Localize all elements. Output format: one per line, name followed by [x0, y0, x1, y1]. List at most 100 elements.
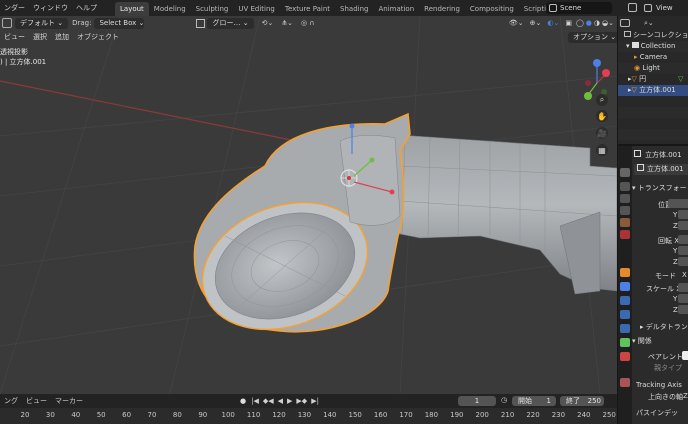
- shading-solid-icon[interactable]: ●: [586, 19, 592, 27]
- tool-tab-icon[interactable]: [620, 168, 630, 177]
- end-frame-field[interactable]: 終了 250: [560, 396, 604, 406]
- snap-icon[interactable]: ⋔⌄: [281, 19, 293, 27]
- timeline-tick-label: 240: [577, 411, 591, 419]
- orientation-dropdown[interactable]: デフォルト ⌄: [15, 17, 69, 29]
- location-x-field[interactable]: [668, 199, 688, 208]
- overlay-toggle-icon[interactable]: ◐⌄: [547, 19, 559, 27]
- scene-selector[interactable]: Scene: [546, 2, 612, 14]
- world-tab-icon[interactable]: [620, 230, 630, 239]
- rotation-y-field[interactable]: [678, 246, 688, 255]
- menu-render[interactable]: ンダー: [0, 0, 29, 16]
- scene-tab-icon[interactable]: [620, 218, 630, 227]
- outliner-item-light[interactable]: ◉ Light: [618, 63, 688, 74]
- modifier-tab-icon[interactable]: [620, 282, 630, 291]
- particles-tab-icon[interactable]: [620, 296, 630, 305]
- drag-dropdown[interactable]: Select Box ⌄: [94, 17, 145, 29]
- start-frame-field[interactable]: 開始 1: [512, 396, 556, 406]
- perspective-grid-icon[interactable]: ▦: [596, 144, 608, 156]
- tab-sculpting[interactable]: Sculpting: [191, 2, 234, 16]
- scale-x-field[interactable]: [678, 283, 688, 292]
- timeline-ruler[interactable]: 20 30 40 50 60 70 80 90 100 110 120 130 140 150 160 170…: [0, 408, 617, 424]
- play-icon[interactable]: ▶: [287, 397, 292, 405]
- shading-wireframe-icon[interactable]: ◯: [576, 19, 584, 27]
- proportional-edit-icon[interactable]: ◎ ∩: [301, 19, 314, 27]
- physics-tab-icon[interactable]: [620, 310, 630, 319]
- current-frame-field[interactable]: 1: [458, 396, 496, 406]
- up-axis-value[interactable]: Z: [683, 392, 688, 400]
- tab-animation[interactable]: Animation: [373, 2, 419, 16]
- tab-layout[interactable]: Layout: [115, 1, 149, 16]
- timeline-tick-label: 70: [147, 411, 157, 419]
- gizmo-toggle-icon[interactable]: ⊕⌄: [530, 19, 542, 27]
- material-tab-icon[interactable]: [620, 352, 630, 361]
- rotation-z-field[interactable]: [678, 257, 688, 266]
- transform-header[interactable]: ▾ トランスフォー: [632, 183, 688, 193]
- editor-type-icon[interactable]: [620, 19, 630, 27]
- data-tab-icon[interactable]: [620, 338, 630, 347]
- menu-window[interactable]: ウィンドウ: [29, 0, 72, 16]
- tab-rendering[interactable]: Rendering: [419, 2, 465, 16]
- xray-toggle-icon[interactable]: ▣: [565, 19, 572, 27]
- location-y-field[interactable]: [678, 210, 688, 219]
- scale-z-field[interactable]: [678, 305, 688, 314]
- pan-hand-icon[interactable]: ✋: [596, 110, 608, 122]
- relations-header[interactable]: ▾ 関係: [632, 336, 688, 346]
- object-name-text: 立方体.001: [645, 151, 682, 159]
- rotation-x-field[interactable]: [678, 235, 688, 244]
- tab-texture-paint[interactable]: Texture Paint: [280, 2, 335, 16]
- outliner-item-cube[interactable]: ▸▽ 立方体.001: [618, 85, 688, 96]
- menu-select[interactable]: 選択: [29, 31, 51, 43]
- 3d-viewport[interactable]: デフォルト ⌄ Drag: Select Box ⌄ グロー… ⌄ ⟲⌄ ⋔⌄ …: [0, 16, 617, 394]
- clock-icon[interactable]: ◷: [501, 396, 507, 404]
- view-layer-tab-icon[interactable]: [620, 206, 630, 215]
- outliner-scene-collection[interactable]: シーンコレクション: [618, 30, 688, 41]
- play-reverse-icon[interactable]: ◀: [278, 397, 283, 405]
- scale-y-field[interactable]: [678, 294, 688, 303]
- options-dropdown[interactable]: オプション ⌄: [568, 32, 617, 43]
- render-tab-icon[interactable]: [620, 182, 630, 191]
- tab-compositing[interactable]: Compositing: [465, 2, 519, 16]
- zoom-icon[interactable]: ⌕: [596, 94, 608, 106]
- parent-field[interactable]: [682, 351, 688, 360]
- next-keyframe-icon[interactable]: ▶◆: [296, 397, 307, 405]
- rotation-mode-value[interactable]: X: [682, 271, 688, 279]
- location-z-field[interactable]: [678, 221, 688, 230]
- menu-timeline-view[interactable]: ビュー: [22, 393, 51, 409]
- prev-keyframe-icon[interactable]: ◆◀: [263, 397, 274, 405]
- expand-arrow-icon[interactable]: ▾: [626, 42, 630, 50]
- object-tab-icon[interactable]: [620, 268, 630, 277]
- record-icon[interactable]: ●: [240, 397, 246, 405]
- constraint-tab-icon[interactable]: [620, 324, 630, 333]
- tube-object: [384, 133, 617, 295]
- filter-icon[interactable]: ⌕⌄: [644, 19, 654, 28]
- texture-tab-icon[interactable]: [620, 378, 630, 387]
- delta-transform-header[interactable]: ▸ デルタトラン: [640, 322, 688, 332]
- view-layer-selector[interactable]: View: [640, 2, 688, 14]
- object-name-field[interactable]: 立方体.001: [634, 164, 688, 175]
- shading-material-icon[interactable]: ◑: [594, 19, 600, 27]
- shading-rendered-icon[interactable]: ◒⌄: [602, 19, 614, 27]
- pass-index-label: パスインデッ: [636, 409, 678, 417]
- camera-view-icon[interactable]: 🎥: [596, 127, 608, 139]
- mode-select-icon[interactable]: [2, 18, 12, 28]
- scene-copy-icon[interactable]: [628, 3, 637, 12]
- jump-end-icon[interactable]: ▶|: [311, 397, 319, 405]
- transform-orientation-dropdown[interactable]: グロー… ⌄: [207, 17, 254, 29]
- outliner-item-camera[interactable]: ▸ Camera: [618, 52, 688, 63]
- menu-playback[interactable]: ング: [0, 393, 22, 409]
- menu-add[interactable]: 追加: [51, 31, 73, 43]
- menu-view[interactable]: ビュー: [0, 31, 29, 43]
- visibility-icon[interactable]: 👁⌄: [509, 19, 524, 27]
- menu-marker[interactable]: マーカー: [51, 393, 87, 409]
- pivot-point-icon[interactable]: ⟲⌄: [262, 19, 274, 27]
- menu-object[interactable]: オブジェクト: [73, 31, 123, 43]
- outliner-item-collection[interactable]: ▾ Collection: [618, 41, 688, 52]
- jump-start-icon[interactable]: |◀: [251, 397, 259, 405]
- output-tab-icon[interactable]: [620, 194, 630, 203]
- tab-modeling[interactable]: Modeling: [149, 2, 191, 16]
- menu-help[interactable]: ヘルプ: [72, 0, 101, 16]
- tab-shading[interactable]: Shading: [335, 2, 373, 16]
- tab-uv-editing[interactable]: UV Editing: [233, 2, 280, 16]
- outliner-item-circle[interactable]: ▸▽ 円 ▽: [618, 74, 688, 85]
- mesh-data-icon: ▽: [678, 75, 684, 83]
